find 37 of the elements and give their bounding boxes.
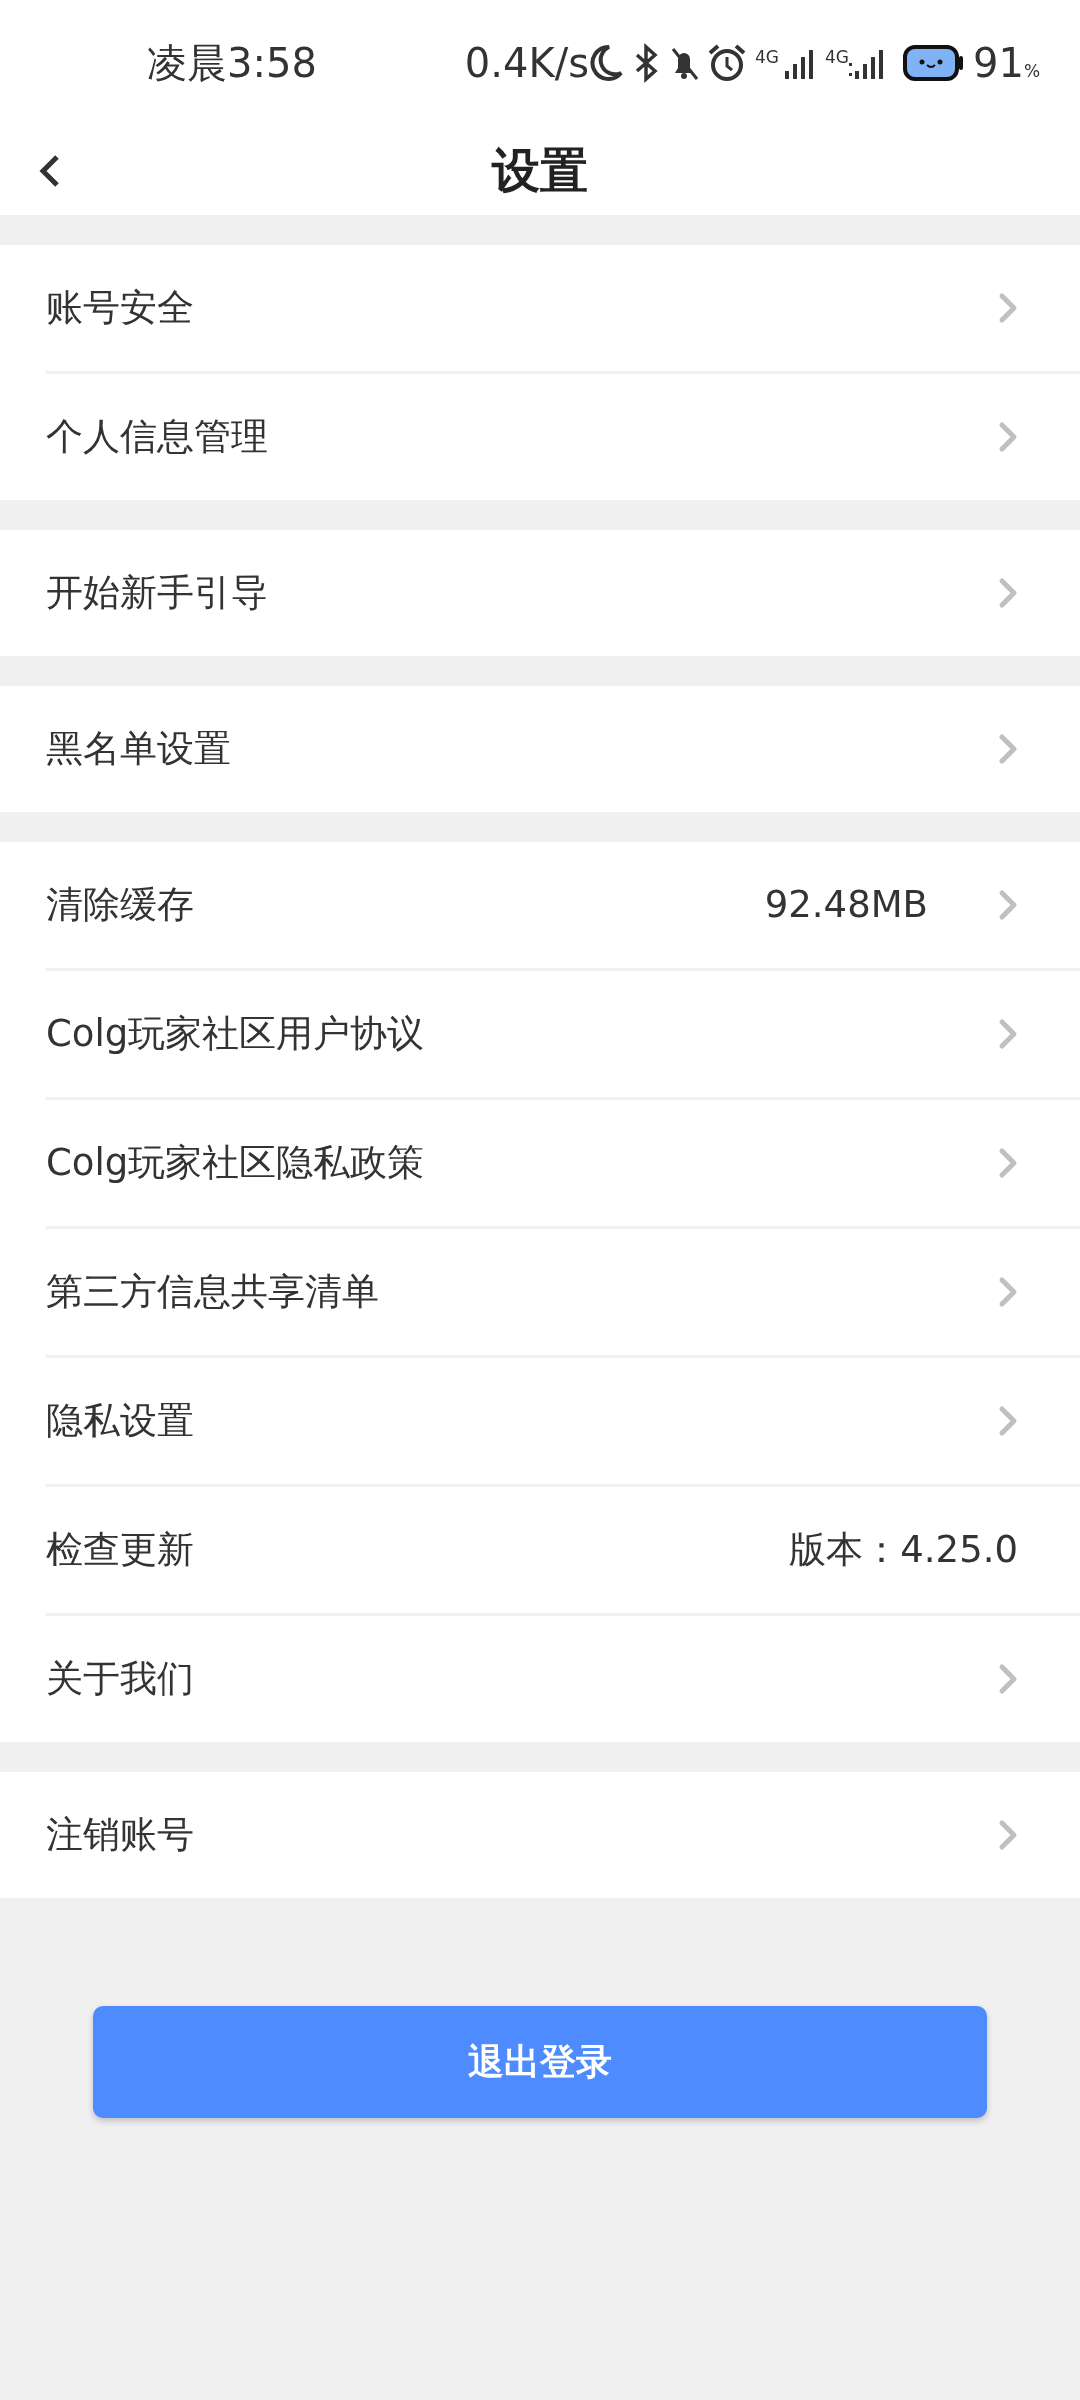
- row-label: 个人信息管理: [46, 414, 269, 461]
- settings-row[interactable]: Colg玩家社区隐私政策: [0, 1100, 1080, 1226]
- settings-row[interactable]: 黑名单设置: [0, 686, 1080, 812]
- network-speed: 0.4K/s: [464, 38, 589, 88]
- back-icon[interactable]: [38, 153, 62, 189]
- settings-row[interactable]: 第三方信息共享清单: [0, 1229, 1080, 1355]
- row-label: 开始新手引导: [46, 570, 269, 617]
- row-value: 版本：4.25.0: [789, 1527, 1018, 1574]
- settings-row[interactable]: 清除缓存 92.48MB: [0, 842, 1080, 968]
- settings-row[interactable]: 个人信息管理: [0, 374, 1080, 500]
- percent-sign: %: [1023, 59, 1041, 83]
- row-label: 隐私设置: [46, 1398, 195, 1445]
- row-label: 关于我们: [46, 1656, 195, 1703]
- settings-row[interactable]: 注销账号: [0, 1772, 1080, 1898]
- network-type: 4G: [825, 45, 849, 69]
- row-label: Colg玩家社区用户协议: [46, 1011, 426, 1058]
- moon-icon: [589, 42, 623, 83]
- row-label: 注销账号: [46, 1812, 195, 1859]
- row-label: 清除缓存: [46, 882, 195, 929]
- row-label: 账号安全: [46, 285, 195, 332]
- battery-percent: 91: [973, 38, 1024, 88]
- page-title: 设置: [492, 141, 588, 200]
- row-label: 黑名单设置: [46, 726, 232, 773]
- row-label: 第三方信息共享清单: [46, 1269, 380, 1316]
- settings-row[interactable]: 隐私设置: [0, 1358, 1080, 1484]
- settings-row[interactable]: 账号安全: [0, 245, 1080, 371]
- alarm-icon: [707, 42, 747, 83]
- settings-row[interactable]: 检查更新 版本：4.25.0: [0, 1487, 1080, 1613]
- status-time: 凌晨3:58: [147, 38, 317, 88]
- row-value: 92.48MB: [764, 882, 928, 929]
- settings-row[interactable]: 关于我们: [0, 1616, 1080, 1742]
- network-type: 4G: [755, 45, 779, 69]
- row-label: Colg玩家社区隐私政策: [46, 1140, 426, 1187]
- row-label: 检查更新: [46, 1527, 195, 1574]
- settings-row[interactable]: Colg玩家社区用户协议: [0, 971, 1080, 1097]
- battery-icon: [903, 42, 965, 83]
- settings-row[interactable]: 开始新手引导: [0, 530, 1080, 656]
